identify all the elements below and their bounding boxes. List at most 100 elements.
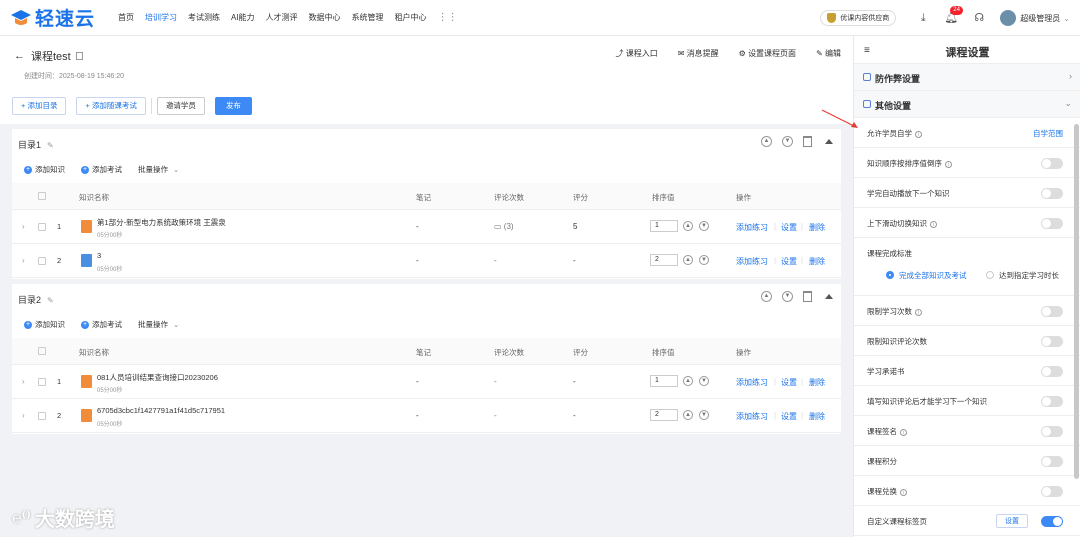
move-up-icon[interactable]: ▲ bbox=[683, 410, 693, 420]
message-reminder-button[interactable]: ✉ 消息提醒 bbox=[678, 48, 719, 59]
user-menu[interactable]: 超级管理员 ⌄ bbox=[1000, 10, 1070, 26]
knowledge-name[interactable]: 081人员培训结果查询接口20230206 bbox=[97, 372, 218, 383]
course-entry-button[interactable]: ⤴ 课程入口 bbox=[615, 48, 657, 59]
add-knowledge-button[interactable]: + 添加知识 bbox=[24, 319, 65, 330]
move-up-icon[interactable]: ▲ bbox=[683, 255, 693, 265]
supplier-badge[interactable]: 优课内容供应商 bbox=[820, 10, 897, 26]
add-practice-link[interactable]: 添加练习 bbox=[736, 411, 768, 422]
custom-tab-settings-button[interactable]: 设置 bbox=[996, 514, 1028, 528]
nav-item[interactable]: 租户中心 bbox=[395, 0, 427, 36]
edit-pencil-icon[interactable]: ✎ bbox=[47, 141, 54, 150]
logo[interactable]: 轻速云 bbox=[10, 4, 110, 31]
nav-item[interactable]: 培训学习 bbox=[145, 0, 177, 36]
add-practice-link[interactable]: 添加练习 bbox=[736, 377, 768, 388]
nav-item[interactable]: 考试测练 bbox=[188, 0, 220, 36]
chevron-right-icon[interactable]: › bbox=[22, 222, 25, 231]
row-checkbox[interactable] bbox=[38, 223, 46, 231]
knowledge-name[interactable]: 3 bbox=[97, 251, 101, 260]
settings-link[interactable]: 设置 bbox=[781, 377, 797, 388]
trash-icon[interactable] bbox=[803, 291, 812, 302]
move-down-icon[interactable]: ▼ bbox=[782, 291, 793, 302]
chevron-right-icon[interactable]: › bbox=[22, 377, 25, 386]
nav-item[interactable]: 系统管理 bbox=[352, 0, 384, 36]
info-icon[interactable]: i bbox=[900, 428, 907, 436]
delete-link[interactable]: 删除 bbox=[809, 256, 825, 267]
add-exam-link[interactable]: + 添加考试 bbox=[81, 164, 122, 175]
batch-operation-dropdown[interactable]: 批量操作 ⌄ bbox=[138, 164, 179, 175]
radio-complete-all[interactable] bbox=[886, 271, 894, 279]
setting-toggle[interactable] bbox=[1041, 486, 1063, 497]
add-knowledge-button[interactable]: + 添加知识 bbox=[24, 164, 65, 175]
nav-item[interactable]: 人才测评 bbox=[266, 0, 298, 36]
back-arrow-icon[interactable]: ← bbox=[14, 50, 25, 62]
setting-toggle[interactable] bbox=[1041, 396, 1063, 407]
publish-button[interactable]: 发布 bbox=[214, 97, 252, 115]
move-up-icon[interactable]: ▲ bbox=[683, 221, 693, 231]
move-up-icon[interactable]: ▲ bbox=[761, 291, 772, 302]
order-input[interactable]: 2 bbox=[650, 409, 678, 421]
course-page-settings-button[interactable]: ⚙ 设置课程页面 bbox=[739, 48, 796, 59]
download-icon[interactable]: ⤓ bbox=[916, 11, 930, 25]
trash-icon[interactable] bbox=[803, 136, 812, 147]
info-icon[interactable]: i bbox=[915, 308, 922, 316]
setting-toggle[interactable] bbox=[1041, 218, 1063, 229]
select-all-checkbox[interactable] bbox=[38, 192, 46, 200]
collapse-icon[interactable] bbox=[825, 294, 833, 299]
row-checkbox[interactable] bbox=[38, 378, 46, 386]
order-input[interactable]: 1 bbox=[650, 220, 678, 232]
add-exam-button[interactable]: + 添加随课考试 bbox=[76, 97, 146, 115]
invite-students-button[interactable]: 邀请学员 bbox=[156, 97, 205, 115]
knowledge-name[interactable]: 第1部分-新型电力系统政策环境 王震泉 bbox=[97, 217, 226, 228]
radio-study-duration[interactable] bbox=[986, 271, 994, 279]
setting-toggle[interactable] bbox=[1041, 426, 1063, 437]
headset-icon[interactable]: ☊ bbox=[972, 11, 986, 25]
move-down-icon[interactable]: ▼ bbox=[699, 376, 709, 386]
scrollbar[interactable] bbox=[1074, 124, 1079, 479]
setting-toggle[interactable] bbox=[1041, 188, 1063, 199]
apps-grid-icon[interactable]: ⋮⋮ bbox=[438, 12, 458, 23]
info-icon[interactable]: i bbox=[915, 130, 922, 138]
move-up-icon[interactable]: ▲ bbox=[761, 136, 772, 147]
row-checkbox[interactable] bbox=[38, 257, 46, 265]
setting-toggle[interactable] bbox=[1041, 158, 1063, 169]
nav-item[interactable]: 首页 bbox=[118, 0, 134, 36]
batch-operation-dropdown[interactable]: 批量操作 ⌄ bbox=[138, 319, 179, 330]
delete-link[interactable]: 删除 bbox=[809, 377, 825, 388]
custom-tab-toggle[interactable] bbox=[1041, 516, 1063, 527]
settings-link[interactable]: 设置 bbox=[781, 411, 797, 422]
row-checkbox[interactable] bbox=[38, 412, 46, 420]
info-icon[interactable]: i bbox=[930, 220, 937, 228]
setting-toggle[interactable] bbox=[1041, 456, 1063, 467]
settings-link[interactable]: 设置 bbox=[781, 222, 797, 233]
edit-title-icon[interactable] bbox=[75, 52, 83, 60]
add-directory-button[interactable]: + 添加目录 bbox=[12, 97, 67, 115]
info-icon[interactable]: i bbox=[900, 488, 907, 496]
delete-link[interactable]: 删除 bbox=[809, 411, 825, 422]
edit-pencil-icon[interactable]: ✎ bbox=[47, 296, 54, 305]
select-all-checkbox[interactable] bbox=[38, 347, 46, 355]
edit-button[interactable]: ✎ 编辑 bbox=[816, 48, 841, 59]
move-down-icon[interactable]: ▼ bbox=[699, 221, 709, 231]
chevron-right-icon[interactable]: › bbox=[22, 411, 25, 420]
setting-toggle[interactable] bbox=[1041, 306, 1063, 317]
delete-link[interactable]: 删除 bbox=[809, 222, 825, 233]
add-practice-link[interactable]: 添加练习 bbox=[736, 256, 768, 267]
setting-toggle[interactable] bbox=[1041, 336, 1063, 347]
add-exam-link[interactable]: + 添加考试 bbox=[81, 319, 122, 330]
knowledge-name[interactable]: 6705d3cbc1f1427791a1f41d5c717951 bbox=[97, 406, 225, 415]
nav-item[interactable]: AI能力 bbox=[231, 0, 255, 36]
self-study-range-link[interactable]: 自学范围 bbox=[1033, 128, 1063, 139]
other-settings-section[interactable]: 其他设置 ⌄ bbox=[854, 91, 1080, 118]
order-input[interactable]: 2 bbox=[650, 254, 678, 266]
move-up-icon[interactable]: ▲ bbox=[683, 376, 693, 386]
move-down-icon[interactable]: ▼ bbox=[782, 136, 793, 147]
collapse-icon[interactable] bbox=[825, 139, 833, 144]
setting-toggle[interactable] bbox=[1041, 366, 1063, 377]
bell-icon[interactable]: 🔔︎ 24 bbox=[944, 6, 963, 25]
settings-link[interactable]: 设置 bbox=[781, 256, 797, 267]
move-down-icon[interactable]: ▼ bbox=[699, 255, 709, 265]
order-input[interactable]: 1 bbox=[650, 375, 678, 387]
anti-cheat-section[interactable]: 防作弊设置 › bbox=[854, 64, 1080, 91]
add-practice-link[interactable]: 添加练习 bbox=[736, 222, 768, 233]
move-down-icon[interactable]: ▼ bbox=[699, 410, 709, 420]
